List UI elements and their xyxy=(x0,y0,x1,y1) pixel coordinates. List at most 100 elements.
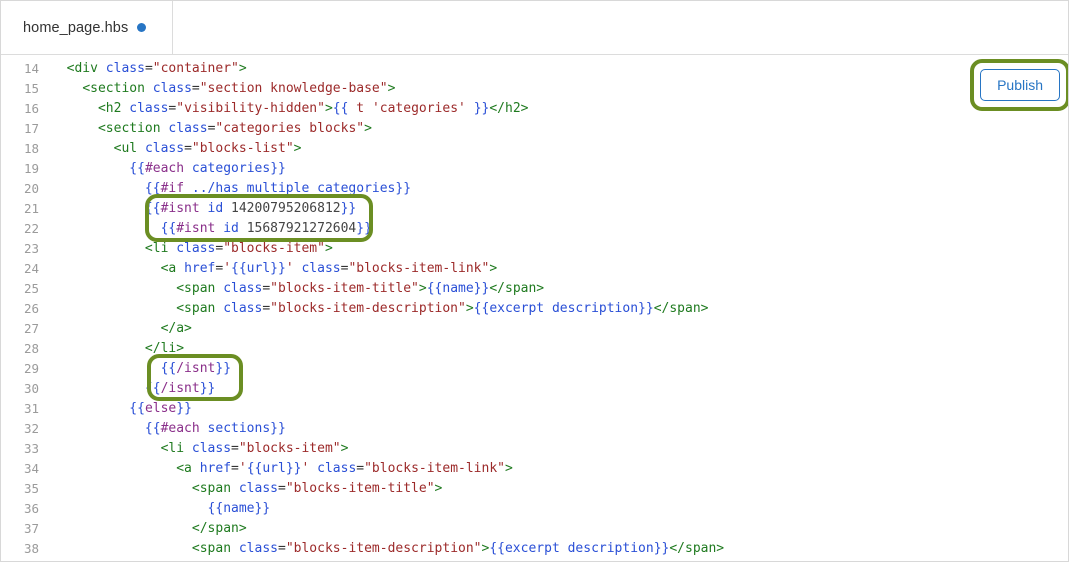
code-line-content[interactable]: <ul class="blocks-list"> xyxy=(51,139,1068,159)
code-line[interactable]: 38 <span class="blocks-item-description"… xyxy=(1,539,1068,559)
code-token: }} xyxy=(356,221,372,236)
line-number: 16 xyxy=(23,101,39,116)
code-line[interactable]: 31 {{else}} xyxy=(1,399,1068,419)
code-token: > xyxy=(465,301,474,316)
code-token: id xyxy=(207,201,224,216)
code-line[interactable]: 34 <a href='{{url}}' class="blocks-item-… xyxy=(1,459,1068,479)
code-token: {{url}} xyxy=(231,261,286,276)
code-line-content[interactable]: <li class="blocks-item"> xyxy=(51,439,1068,459)
code-token: > xyxy=(364,121,372,136)
code-line-content[interactable]: {{else}} xyxy=(51,399,1068,419)
code-token: ' xyxy=(238,461,247,476)
code-line[interactable]: 32 {{#each sections}} xyxy=(1,419,1068,439)
code-line-content[interactable]: {{/isnt}} xyxy=(51,359,1068,379)
code-line-content[interactable]: <div class="container"> xyxy=(51,59,1068,79)
code-line[interactable]: 37 </span> xyxy=(1,519,1068,539)
code-line[interactable]: 35 <span class="blocks-item-title"> xyxy=(1,479,1068,499)
code-line-content[interactable]: {{#if ../has_multiple_categories}} xyxy=(51,179,1068,199)
code-line-content[interactable]: {{#each sections}} xyxy=(51,419,1068,439)
code-line[interactable]: 30 {{/isnt}} xyxy=(1,379,1068,399)
code-line-content[interactable]: </li> xyxy=(51,339,1068,359)
code-token: class xyxy=(129,101,169,116)
code-line[interactable]: 23 <li class="blocks-item"> xyxy=(1,239,1068,259)
code-line[interactable]: 19 {{#each categories}} xyxy=(1,159,1068,179)
tab-home-page-hbs[interactable]: home_page.hbs xyxy=(1,1,173,54)
code-line[interactable]: 16 <h2 class="visibility-hidden">{{ t 'c… xyxy=(1,99,1068,119)
code-line-content[interactable]: {{#isnt id 14200795206812}} xyxy=(51,199,1068,219)
line-number: 26 xyxy=(23,301,39,316)
code-line-content[interactable]: </a> xyxy=(51,319,1068,339)
code-line-content[interactable]: <span class="blocks-item-title">{{name}}… xyxy=(51,279,1068,299)
code-token: }} xyxy=(270,421,286,436)
code-line[interactable]: 18 <ul class="blocks-list"> xyxy=(1,139,1068,159)
code-token: }} xyxy=(215,361,232,376)
code-token: </span> xyxy=(191,521,247,536)
code-token: href xyxy=(184,261,216,276)
code-line-content[interactable]: <a href='{{url}}' class="blocks-item-lin… xyxy=(51,259,1068,279)
code-token: "blocks-item" xyxy=(238,441,341,456)
code-lines-container[interactable]: 14 <div class="container"> 15 <section cl… xyxy=(1,55,1068,559)
code-token: > xyxy=(324,241,333,256)
code-line[interactable]: 15 <section class="section knowledge-bas… xyxy=(1,79,1068,99)
code-line[interactable]: 24 <a href='{{url}}' class="blocks-item-… xyxy=(1,259,1068,279)
code-line[interactable]: 29 {{/isnt}} xyxy=(1,359,1068,379)
code-line[interactable]: 25 <span class="blocks-item-title">{{nam… xyxy=(1,279,1068,299)
code-token: class xyxy=(317,461,357,476)
code-token: <li xyxy=(144,241,169,256)
code-line[interactable]: 36 {{name}} xyxy=(1,499,1068,519)
code-token: <div xyxy=(66,61,98,76)
code-line-content[interactable]: <span class="blocks-item-description">{{… xyxy=(51,539,1068,559)
code-line[interactable]: 27 </a> xyxy=(1,319,1068,339)
line-number: 31 xyxy=(23,401,39,416)
code-token: {{ xyxy=(144,201,161,216)
code-token: <h2 xyxy=(97,101,122,116)
code-line-content[interactable]: {{/isnt}} xyxy=(51,379,1068,399)
code-token: #each xyxy=(144,161,185,176)
line-number: 38 xyxy=(23,541,39,556)
code-line[interactable]: 28 </li> xyxy=(1,339,1068,359)
code-editor-pane[interactable]: 14 <div class="container"> 15 <section cl… xyxy=(1,55,1068,561)
code-line[interactable]: 17 <section class="categories blocks"> xyxy=(1,119,1068,139)
code-line-content[interactable]: </span> xyxy=(51,519,1068,539)
line-number: 35 xyxy=(23,481,39,496)
code-token: </span> xyxy=(669,541,725,556)
code-line[interactable]: 22 {{#isnt id 15687921272604}} xyxy=(1,219,1068,239)
code-token: <section xyxy=(82,81,145,96)
code-token: }} xyxy=(340,201,357,216)
code-token: > xyxy=(434,481,443,496)
code-line-content[interactable]: <span class="blocks-item-title"> xyxy=(51,479,1068,499)
code-line[interactable]: 20 {{#if ../has_multiple_categories}} xyxy=(1,179,1068,199)
code-line-content[interactable]: <section class="categories blocks"> xyxy=(51,119,1068,139)
code-line[interactable]: 33 <li class="blocks-item"> xyxy=(1,439,1068,459)
code-line-content[interactable]: {{#each categories}} xyxy=(51,159,1068,179)
code-token: </span> xyxy=(653,301,709,316)
code-line[interactable]: 26 <span class="blocks-item-description"… xyxy=(1,299,1068,319)
line-number: 22 xyxy=(23,221,39,236)
line-number: 15 xyxy=(23,81,39,96)
code-line-content[interactable]: {{name}} xyxy=(51,499,1068,519)
code-line-content[interactable]: <h2 class="visibility-hidden">{{ t 'cate… xyxy=(51,99,1068,119)
code-line[interactable]: 21 {{#isnt id 14200795206812}} xyxy=(1,199,1068,219)
code-token: </h2> xyxy=(489,101,529,116)
code-line[interactable]: 14 <div class="container"> xyxy=(1,59,1068,79)
code-line-content[interactable]: <a href='{{url}}' class="blocks-item-lin… xyxy=(51,459,1068,479)
code-line-content[interactable]: {{#isnt id 15687921272604}} xyxy=(51,219,1068,239)
code-line-content[interactable]: <span class="blocks-item-description">{{… xyxy=(51,299,1068,319)
code-line-content[interactable]: <section class="section knowledge-base"> xyxy=(51,79,1068,99)
publish-button[interactable]: Publish xyxy=(980,69,1060,101)
code-line-content[interactable]: <li class="blocks-item"> xyxy=(51,239,1068,259)
